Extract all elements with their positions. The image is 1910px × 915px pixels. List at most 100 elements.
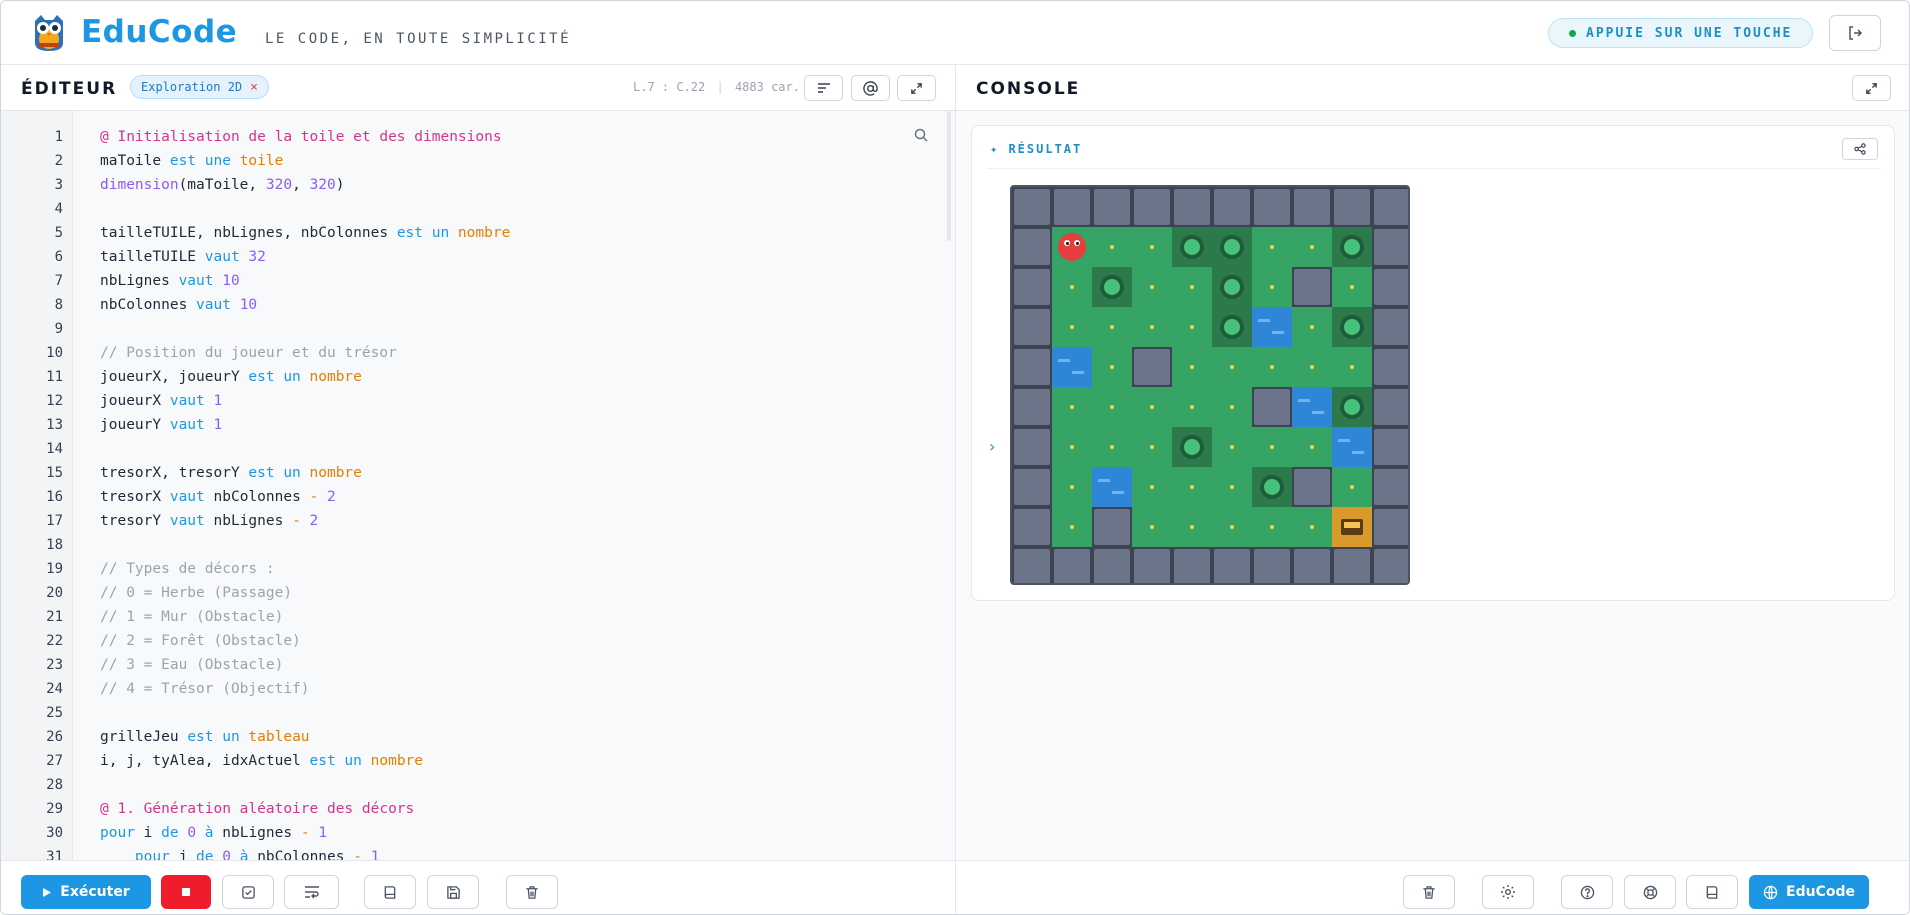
code-token: 1 (213, 393, 223, 409)
grass-tile (1292, 227, 1332, 267)
code-line: grilleJeu est un tableau (100, 725, 310, 749)
settings-icon (1501, 885, 1515, 899)
grass-tile (1252, 507, 1292, 547)
code-token: nombre (370, 753, 424, 769)
code-token: est un (187, 729, 249, 745)
grass-tile (1212, 347, 1252, 387)
grass-tile (1292, 427, 1332, 467)
grass-tile (1332, 467, 1372, 507)
line-number: 10 (46, 345, 63, 361)
code-line: // 1 = Mur (Obstacle) (100, 605, 283, 629)
wall-tile (1372, 547, 1408, 583)
save-button[interactable] (427, 875, 479, 909)
search-icon[interactable] (913, 127, 929, 143)
code-token: // 3 = Eau (Obstacle) (100, 657, 284, 673)
code-token: 2 (327, 489, 336, 505)
forest-tile (1092, 267, 1132, 307)
educode-link-button[interactable]: EduCode (1749, 875, 1869, 909)
code-token: de (161, 825, 188, 841)
file-tab-label: Exploration 2D (141, 80, 243, 94)
code-token: ) (335, 177, 345, 193)
line-number: 30 (46, 825, 63, 841)
code-line: tresorY vaut nbLignes - 2 (100, 509, 318, 533)
grass-tile (1132, 467, 1172, 507)
code-token: joueurY (100, 417, 170, 433)
water-tile (1052, 347, 1092, 387)
share-button[interactable] (1842, 138, 1878, 160)
code-line: pour i de 0 à nbLignes - 1 (100, 821, 327, 845)
editor-toolbar: ÉDITEUR Exploration 2D × L.7 : C.22 | 48… (1, 65, 955, 111)
key-status-badge: APPUIE SUR UNE TOUCHE (1548, 18, 1813, 48)
grass-tile (1092, 307, 1132, 347)
wall-tile (1012, 347, 1052, 387)
play-icon (43, 887, 52, 897)
logout-button[interactable] (1829, 15, 1881, 51)
clear-editor-button[interactable] (506, 875, 558, 909)
support-button[interactable] (1624, 875, 1676, 909)
settings-button[interactable] (1482, 875, 1534, 909)
code-line: // 0 = Herbe (Passage) (100, 581, 292, 605)
forest-tile (1332, 227, 1372, 267)
code-token: nbColonnes (100, 297, 197, 313)
file-tab[interactable]: Exploration 2D × (130, 75, 269, 99)
mention-button[interactable] (851, 75, 890, 101)
forest-tile (1172, 227, 1212, 267)
code-line: joueurY vaut 1 (100, 413, 222, 437)
grass-tile (1092, 387, 1132, 427)
header: EduCode LE CODE, EN TOUTE SIMPLICITÉ APP… (1, 1, 1909, 65)
clear-console-button[interactable] (1403, 875, 1455, 909)
line-number: 5 (54, 225, 63, 241)
wall-tile (1372, 347, 1408, 387)
run-button[interactable]: Exécuter (21, 875, 151, 909)
info-separator: | (716, 80, 724, 94)
expand-console-button[interactable] (1852, 75, 1891, 101)
format-icon (817, 83, 830, 93)
code-token: nbLignes (213, 513, 293, 529)
code-token: est un (248, 465, 310, 481)
grass-tile (1172, 507, 1212, 547)
wall-tile (1092, 187, 1132, 227)
wrap-button[interactable] (284, 875, 339, 909)
wall-tile (1372, 187, 1408, 227)
wall-tile (1012, 547, 1052, 583)
stop-button[interactable] (161, 875, 211, 909)
grass-tile (1172, 347, 1212, 387)
help-button[interactable] (1561, 875, 1613, 909)
wall-tile (1372, 427, 1408, 467)
wall-tile (1172, 187, 1212, 227)
wall-tile (1252, 387, 1292, 427)
water-tile (1092, 467, 1132, 507)
grass-tile (1052, 267, 1092, 307)
code-token: tailleTUILE, nbLignes, nbColonnes (100, 225, 397, 241)
line-number: 14 (46, 441, 63, 457)
code-scrollbar[interactable] (947, 111, 951, 241)
check-button[interactable] (222, 875, 274, 909)
code-token: joueurX, joueurY (100, 369, 249, 385)
wall-tile (1012, 187, 1052, 227)
code-token: (maToile, (178, 177, 266, 193)
code-line: // 3 = Eau (Obstacle) (100, 653, 283, 677)
code-token: joueurX (100, 393, 170, 409)
expand-editor-button[interactable] (897, 75, 936, 101)
format-button[interactable] (804, 75, 843, 101)
code-token: vaut (169, 417, 214, 433)
code-token: 1 (213, 417, 223, 433)
code-token: @ Initialisation de la toile et des dime… (100, 129, 502, 145)
expand-icon (911, 82, 922, 94)
code-token: est une (169, 153, 240, 169)
code-area[interactable]: @ Initialisation de la toile et des dime… (73, 111, 955, 860)
code-token: dimension (100, 177, 179, 193)
code-token: tresorX, tresorY (100, 465, 249, 481)
line-number: 19 (46, 561, 63, 577)
code-token: toile (239, 153, 284, 169)
docs-button[interactable] (1686, 875, 1738, 909)
examples-button[interactable] (364, 875, 416, 909)
wall-tile (1292, 187, 1332, 227)
code-token: - (309, 489, 327, 505)
wall-tile (1372, 227, 1408, 267)
cursor-info: L.7 : C.22 | 4883 car. (633, 80, 800, 94)
close-tab-icon[interactable]: × (250, 80, 258, 95)
line-number: 1 (54, 129, 63, 145)
forest-tile (1212, 307, 1252, 347)
grass-tile (1212, 427, 1252, 467)
